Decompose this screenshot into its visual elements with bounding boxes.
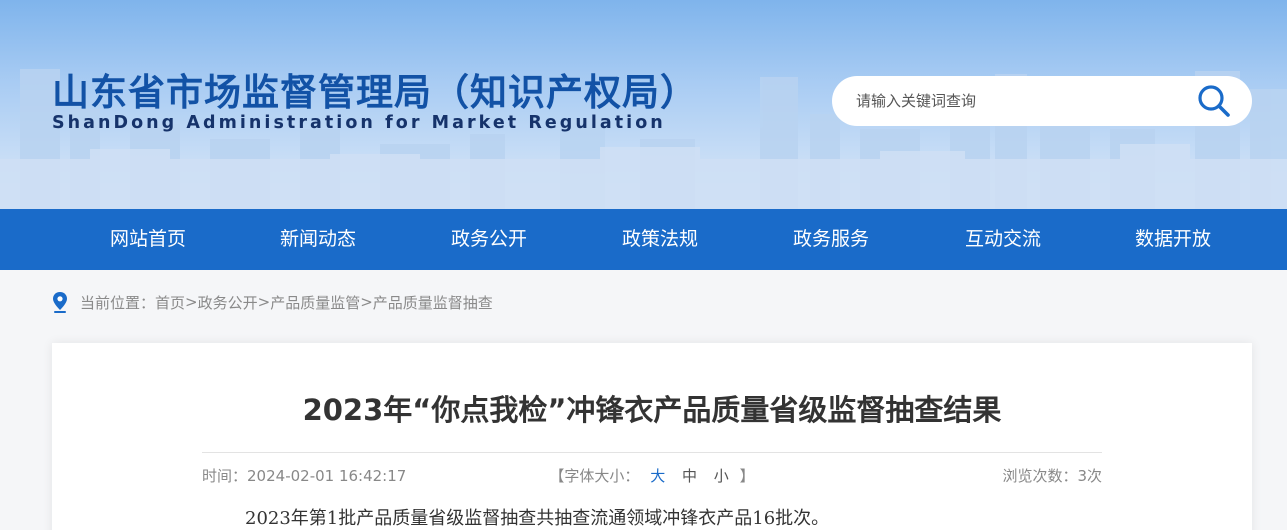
publish-time-label: 时间： xyxy=(202,467,248,485)
nav-item-policies[interactable]: 政策法规 xyxy=(622,209,698,270)
breadcrumb-separator: > xyxy=(360,293,373,311)
nav-item-gov-affairs-public[interactable]: 政务公开 xyxy=(451,209,527,270)
title-divider xyxy=(202,452,1102,453)
breadcrumb-home[interactable]: 首页 xyxy=(155,292,185,313)
breadcrumb-separator: > xyxy=(257,293,271,311)
font-size-large[interactable]: 大 xyxy=(650,467,665,485)
view-count-value: 3次 xyxy=(1077,467,1102,485)
article-body-paragraph: 2023年第1批产品质量省级监督抽查共抽查流通领域冲锋衣产品16批次。 xyxy=(245,508,830,529)
breadcrumb-product-quality[interactable]: 产品质量监管 xyxy=(270,292,360,313)
location-pin-icon xyxy=(53,292,67,313)
font-size-label: 字体大小： xyxy=(564,467,640,485)
article-title: 2023年“你点我检”冲锋衣产品质量省级监督抽查结果 xyxy=(302,393,1002,427)
header-banner: 山东省市场监督管理局（知识产权局） ShanDong Administratio… xyxy=(0,0,1287,209)
publish-time: 时间：2024-02-01 16:42:17 xyxy=(202,465,406,486)
main-nav: 网站首页 新闻动态 政务公开 政策法规 政务服务 互动交流 数据开放 xyxy=(0,209,1287,270)
font-size-small[interactable]: 小 xyxy=(714,467,729,485)
breadcrumb-gov-affairs-public[interactable]: 政务公开 xyxy=(198,292,258,313)
publish-time-value: 2024-02-01 16:42:17 xyxy=(247,467,407,485)
nav-item-open-data[interactable]: 数据开放 xyxy=(1135,209,1211,270)
site-subtitle: ShanDong Administration for Market Regul… xyxy=(52,113,666,133)
nav-item-interaction[interactable]: 互动交流 xyxy=(965,209,1041,270)
search-icon xyxy=(1198,85,1230,117)
breadcrumb: 当前位置： 首页 > 政务公开 > 产品质量监管 > 产品质量监督抽查 xyxy=(52,290,493,314)
font-size-bracket-open: 【 xyxy=(549,467,565,485)
breadcrumb-spot-check[interactable]: 产品质量监督抽查 xyxy=(373,292,493,313)
view-count-label: 浏览次数： xyxy=(1002,467,1078,485)
search-box xyxy=(832,76,1252,126)
view-count: 浏览次数：3次 xyxy=(997,465,1102,486)
article-card: 2023年“你点我检”冲锋衣产品质量省级监督抽查结果 时间：2024-02-01… xyxy=(52,343,1252,530)
nav-item-home[interactable]: 网站首页 xyxy=(110,209,186,270)
breadcrumb-separator: > xyxy=(185,293,198,311)
site-title: 山东省市场监督管理局（知识产权局） xyxy=(52,71,698,114)
nav-item-gov-services[interactable]: 政务服务 xyxy=(793,209,869,270)
search-button[interactable] xyxy=(1194,82,1234,120)
font-size-bracket-close: 】 xyxy=(739,467,755,485)
breadcrumb-prefix: 当前位置： xyxy=(80,293,156,312)
nav-item-news[interactable]: 新闻动态 xyxy=(280,209,356,270)
font-size-medium[interactable]: 中 xyxy=(682,467,697,485)
search-input[interactable] xyxy=(856,89,1176,113)
